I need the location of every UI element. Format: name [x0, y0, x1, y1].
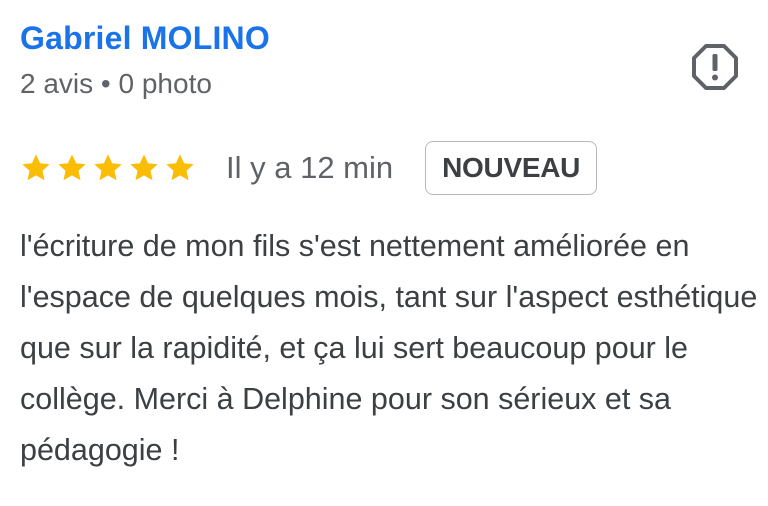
review-time: Il y a 12 min [226, 150, 394, 185]
report-icon [692, 44, 738, 90]
star-icon [128, 152, 160, 184]
star-icon [56, 152, 88, 184]
review-text: l'écriture de mon fils s'est nettement a… [20, 229, 758, 467]
reviewer-meta: 2 avis • 0 photo [20, 68, 212, 99]
report-button[interactable] [690, 42, 740, 92]
star-icon [92, 152, 124, 184]
star-icon [164, 152, 196, 184]
reviewer-name[interactable]: Gabriel MOLINO [20, 18, 270, 58]
new-badge: NOUVEAU [425, 141, 598, 195]
star-rating [20, 152, 196, 184]
review-card: Gabriel MOLINO 2 avis • 0 photo Il y a 1… [0, 0, 768, 506]
rating-row: Il y a 12 min NOUVEAU [20, 141, 598, 195]
star-icon [20, 152, 52, 184]
